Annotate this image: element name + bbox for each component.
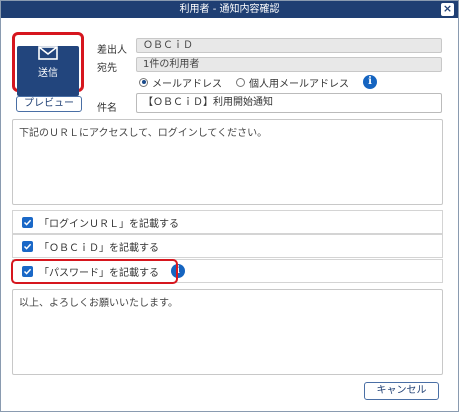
subject-label: 件名 bbox=[97, 103, 117, 114]
mail-icon bbox=[38, 46, 58, 60]
checkbox-login-url-label: 「ログインＵＲＬ」を記載する bbox=[39, 218, 179, 230]
body-bottom-textarea[interactable]: 以上、よろしくお願いいたします。 bbox=[12, 289, 443, 375]
send-button-label: 送信 bbox=[38, 68, 58, 79]
send-button[interactable]: 送信 bbox=[17, 46, 79, 96]
subject-input[interactable]: 【ＯＢＣｉＤ】利用開始通知 bbox=[136, 93, 442, 113]
recipient-field: 1件の利用者 bbox=[136, 57, 442, 72]
checkbox-obcid-label: 「ＯＢＣｉＤ」を記載する bbox=[39, 242, 159, 254]
cancel-button[interactable]: キャンセル bbox=[364, 382, 439, 400]
radio-email[interactable] bbox=[139, 77, 148, 87]
sender-label: 差出人 bbox=[97, 45, 127, 56]
check-icon bbox=[23, 219, 32, 226]
dialog-titlebar: 利用者 - 通知内容確認 × bbox=[1, 1, 458, 18]
address-type-radio-group: メールアドレス 個人用メールアドレス i bbox=[139, 75, 377, 90]
checkbox-login-url[interactable] bbox=[22, 216, 33, 228]
notification-dialog: 利用者 - 通知内容確認 × 送信 差出人 ＯＢＣｉＤ 宛先 1件の利用者 メー… bbox=[0, 0, 459, 412]
check-icon bbox=[23, 243, 32, 250]
preview-button[interactable]: プレビュー bbox=[16, 96, 82, 112]
checkbox-row-obcid[interactable]: 「ＯＢＣｉＤ」を記載する bbox=[12, 234, 443, 258]
password-checkbox-highlight bbox=[11, 259, 178, 284]
checkbox-obcid[interactable] bbox=[22, 240, 33, 252]
radio-personal-email[interactable] bbox=[236, 77, 245, 87]
info-icon[interactable]: i bbox=[363, 75, 377, 89]
body-top-textarea[interactable]: 下記のＵＲＬにアクセスして、ログインしてください。 bbox=[12, 119, 443, 205]
checkbox-row-login-url[interactable]: 「ログインＵＲＬ」を記載する bbox=[12, 210, 443, 234]
recipient-label: 宛先 bbox=[97, 63, 117, 74]
radio-email-label: メールアドレス bbox=[152, 78, 222, 90]
close-icon[interactable]: × bbox=[441, 3, 454, 16]
radio-personal-email-label: 個人用メールアドレス bbox=[249, 78, 349, 90]
dialog-title: 利用者 - 通知内容確認 bbox=[179, 4, 280, 15]
sender-field: ＯＢＣｉＤ bbox=[136, 38, 442, 53]
send-button-highlight: 送信 bbox=[12, 32, 84, 96]
